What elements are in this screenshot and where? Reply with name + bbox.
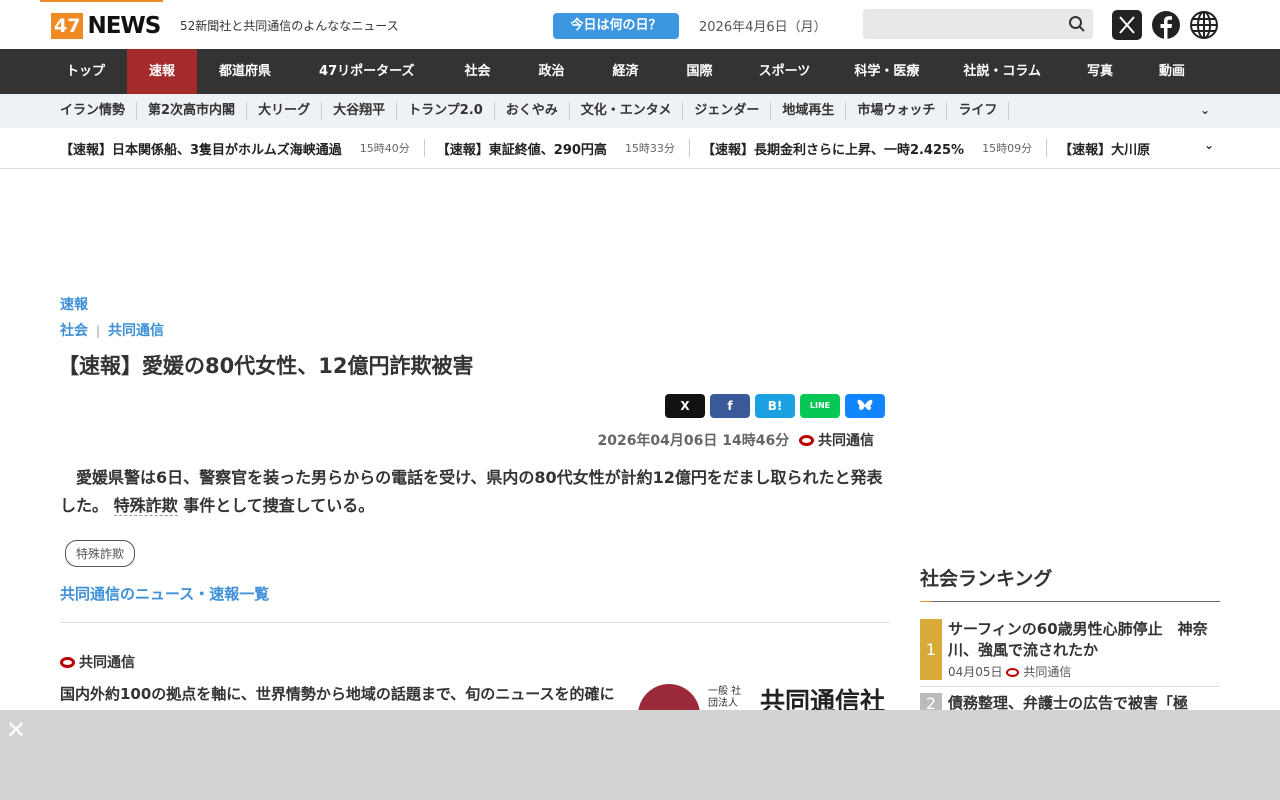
share-x-button[interactable]: X xyxy=(665,394,705,418)
nav-top[interactable]: トップ xyxy=(44,49,127,94)
nav-photos[interactable]: 写真 xyxy=(1063,49,1137,94)
topic-item[interactable]: 地域再生 xyxy=(771,102,847,120)
nav-economy[interactable]: 経済 xyxy=(589,49,663,94)
nav-society[interactable]: 社会 xyxy=(441,49,515,94)
butterfly-icon xyxy=(857,399,873,410)
nav-reporters[interactable]: 47リポーターズ xyxy=(293,49,440,94)
divider xyxy=(60,622,890,623)
publish-datetime: 2026年04月06日 14時46分 xyxy=(597,433,790,449)
ranking-item-date: 04月05日 xyxy=(948,665,1003,679)
kyodo-logo-icon xyxy=(1006,668,1020,677)
ticker-item[interactable]: 【速報】大川原 xyxy=(1059,139,1150,158)
kyodo-logo-icon xyxy=(799,435,814,446)
topic-item[interactable]: 第2次高市内閣 xyxy=(137,102,248,120)
divider: | xyxy=(96,324,101,338)
nav-politics[interactable]: 政治 xyxy=(515,49,589,94)
close-icon[interactable]: ✕ xyxy=(6,716,26,744)
ticker-time: 15時09分 xyxy=(982,142,1033,155)
share-facebook-button[interactable]: f xyxy=(710,394,750,418)
ticker-time: 15時33分 xyxy=(624,142,675,155)
ranking-title: 社会ランキング xyxy=(920,564,1220,602)
topic-item[interactable]: ライフ xyxy=(947,102,1010,120)
globe-icon[interactable] xyxy=(1189,10,1219,40)
article-body: 愛媛県警は6日、警察官を装った男らからの電話を受け、県内の80代女性が計約12億… xyxy=(60,464,890,520)
divider xyxy=(423,139,425,157)
article-title: 【速報】愛媛の80代女性、12億円詐欺被害 xyxy=(58,354,474,378)
article-meta: 2026年04月06日 14時46分 共同通信 xyxy=(597,430,874,450)
topic-nav: イラン情勢 第2次高市内閣 大リーグ 大谷翔平 トランプ2.0 おくやみ 文化・… xyxy=(0,94,1280,128)
current-date: 2026年4月6日（月） xyxy=(699,20,827,35)
nav-prefectures[interactable]: 都道府県 xyxy=(197,49,293,94)
tag-chip[interactable]: 特殊詐欺 xyxy=(65,540,136,567)
facebook-icon[interactable] xyxy=(1151,10,1181,40)
kyodo-logo-icon xyxy=(60,657,75,668)
topic-item[interactable]: トランプ2.0 xyxy=(397,102,495,120)
today-button[interactable]: 今日は何の日？ xyxy=(553,13,679,39)
category-link[interactable]: 速報 xyxy=(60,294,890,314)
nav-international[interactable]: 国際 xyxy=(663,49,737,94)
topic-item[interactable]: ジェンダー xyxy=(683,102,772,120)
ticker-time: 15時40分 xyxy=(359,142,410,155)
main-nav: トップ 速報 都道府県 47リポーターズ 社会 政治 経済 国際 スポーツ 科学… xyxy=(0,49,1280,94)
x-icon[interactable] xyxy=(1112,10,1142,40)
section-link[interactable]: 社会 xyxy=(60,323,88,339)
topic-item[interactable]: イラン情勢 xyxy=(50,102,138,120)
logo-text: NEWS xyxy=(87,13,161,39)
nav-science[interactable]: 科学・医療 xyxy=(832,49,941,94)
ranking-item-source: 共同通信 xyxy=(1023,665,1072,679)
share-buttons: X f B! LINE bluesky xyxy=(665,394,885,418)
nav-sports[interactable]: スポーツ xyxy=(737,49,833,94)
article-source: 共同通信 xyxy=(818,433,874,449)
logo-small-text: 一般 社団法人 xyxy=(708,686,742,709)
ticker-item[interactable]: 【速報】長期金利さらに上昇、一時2.425% xyxy=(702,139,964,158)
header: 47 NEWS 52新聞社と共同通信のよんななニュース 今日は何の日？ 2026年… xyxy=(0,0,1280,49)
tagline: 52新聞社と共同通信のよんななニュース xyxy=(180,19,399,33)
chevron-down-icon[interactable]: ⌄ xyxy=(1200,103,1210,117)
share-line-button[interactable]: LINE xyxy=(800,394,840,418)
topic-item[interactable]: 文化・エンタメ xyxy=(570,102,684,120)
chevron-down-icon[interactable]: ⌄ xyxy=(1200,138,1219,152)
ranking-item-title[interactable]: サーフィンの60歳男性心肺停止 神奈川、強風で流されたか xyxy=(948,619,1220,661)
nav-editorial[interactable]: 社説・コラム xyxy=(941,49,1063,94)
share-hatena-button[interactable]: B! xyxy=(755,394,795,418)
ranking-item[interactable]: 1 サーフィンの60歳男性心肺停止 神奈川、強風で流されたか 04月05日 共同… xyxy=(920,612,1220,687)
provider-name: 共同通信 xyxy=(60,652,135,672)
ticker-item[interactable]: 【速報】東証終値、290円高 xyxy=(437,139,607,158)
accent-bar xyxy=(40,0,163,2)
news-list-link[interactable]: 共同通信のニュース・速報一覧 xyxy=(60,583,269,604)
keyword-link[interactable]: 特殊詐欺 xyxy=(113,496,178,516)
breaking-ticker: 【速報】日本関係船、3隻目がホルムズ海峡通過 15時40分 【速報】東証終値、29… xyxy=(0,128,1280,169)
rank-badge: 1 xyxy=(920,619,942,680)
article: 速報 社会 | 共同通信 【速報】愛媛の80代女性、12億円詐欺被害 X f B! … xyxy=(58,294,890,746)
ranking-sidebar: 社会ランキング 1 サーフィンの60歳男性心肺停止 神奈川、強風で流されたか 0… xyxy=(920,564,1220,721)
divider xyxy=(688,139,690,157)
topic-item[interactable]: 大谷翔平 xyxy=(322,102,398,120)
logo-number: 47 xyxy=(51,13,84,39)
search-icon[interactable] xyxy=(1068,15,1086,33)
site-logo[interactable]: 47 NEWS xyxy=(51,13,161,39)
share-bluesky-button[interactable]: bluesky xyxy=(845,394,885,418)
divider xyxy=(1046,139,1048,157)
search-input[interactable] xyxy=(863,9,1093,39)
topic-item[interactable]: 大リーグ xyxy=(247,102,323,120)
source-link[interactable]: 共同通信 xyxy=(108,323,164,339)
ad-overlay: ✕ xyxy=(0,710,1280,800)
provider-label: 共同通信 xyxy=(79,655,135,671)
nav-breaking[interactable]: 速報 xyxy=(127,49,198,94)
topic-item[interactable]: 市場ウォッチ xyxy=(846,102,948,120)
body-text: 事件として捜査している。 xyxy=(183,496,375,515)
topic-item[interactable]: おくやみ xyxy=(495,102,570,120)
nav-videos[interactable]: 動画 xyxy=(1137,49,1207,94)
ticker-item[interactable]: 【速報】日本関係船、3隻目がホルムズ海峡通過 xyxy=(60,139,342,158)
